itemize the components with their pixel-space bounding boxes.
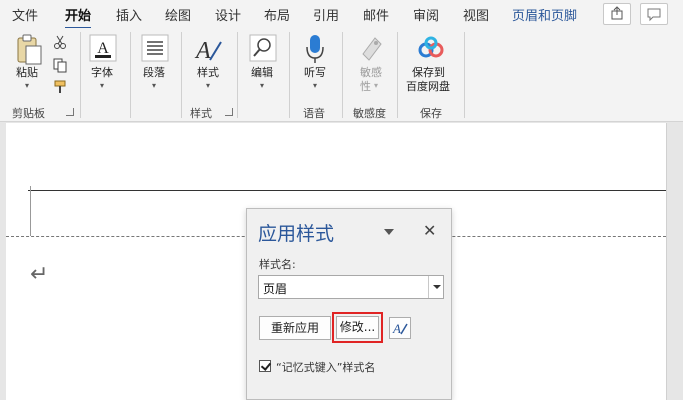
- copy-icon[interactable]: [52, 57, 68, 73]
- tab-file[interactable]: 文件: [12, 5, 38, 24]
- group-separator: [342, 32, 343, 118]
- pane-options-icon[interactable]: [384, 229, 394, 235]
- paragraph-icon: [141, 34, 169, 62]
- tab-view[interactable]: 视图: [463, 5, 489, 24]
- comments-button[interactable]: [640, 3, 668, 25]
- format-painter-icon[interactable]: [52, 80, 68, 96]
- svg-text:A: A: [392, 321, 401, 336]
- cut-icon[interactable]: [52, 34, 68, 50]
- paste-icon: [17, 34, 42, 65]
- tab-mailings[interactable]: 邮件: [363, 5, 389, 24]
- editing-label: 编辑: [251, 66, 273, 79]
- vertical-scrollbar[interactable]: [666, 123, 683, 400]
- reapply-button[interactable]: 重新应用: [259, 316, 331, 340]
- cloud-icon: [418, 36, 444, 58]
- styles-dropdown-icon: ▾: [206, 81, 211, 90]
- microphone-icon: [306, 35, 324, 63]
- paste-dropdown-icon: ▾: [25, 81, 30, 90]
- modify-button[interactable]: 修改...: [336, 316, 379, 339]
- font-label: 字体: [91, 66, 113, 79]
- group-separator: [289, 32, 290, 118]
- sensitivity-dropdown-icon: ▾: [374, 81, 379, 90]
- dictate-label: 听写: [304, 66, 326, 79]
- margin-indicator: [30, 186, 31, 236]
- group-separator: [397, 32, 398, 118]
- group-label-clipboard: 剪贴板: [12, 107, 45, 120]
- tab-home[interactable]: 开始: [65, 5, 92, 30]
- paragraph-label: 段落: [143, 66, 165, 79]
- group-separator: [237, 32, 238, 118]
- group-label-voice: 语音: [303, 107, 325, 120]
- group-label-save: 保存: [420, 107, 442, 120]
- close-icon[interactable]: ✕: [423, 221, 436, 240]
- header-border-line: [28, 190, 666, 191]
- share-icon: [611, 6, 623, 20]
- sensitivity-label-2: 性: [360, 80, 371, 93]
- save-baidu-label-2: 百度网盘: [406, 80, 450, 93]
- clipboard-launcher-icon[interactable]: [66, 108, 74, 116]
- ribbon-tab-bar: 文件 开始 插入 绘图 设计 布局 引用 邮件 审阅 视图 页眉和页脚: [0, 0, 683, 30]
- editing-dropdown-icon: ▾: [260, 81, 265, 90]
- paragraph-dropdown-icon: ▾: [152, 81, 157, 90]
- chevron-down-icon[interactable]: [428, 276, 443, 298]
- group-label-styles: 样式: [190, 107, 212, 120]
- sensitivity-label: 敏感: [360, 66, 382, 79]
- styles-icon: A: [194, 38, 222, 64]
- style-name-value[interactable]: 页眉: [263, 280, 287, 297]
- tab-draw[interactable]: 绘图: [165, 5, 191, 24]
- comment-icon: [647, 8, 661, 22]
- style-name-label: 样式名:: [259, 258, 296, 271]
- tab-layout[interactable]: 布局: [264, 5, 290, 24]
- apply-styles-pane: 应用样式 ✕ 样式名: 页眉 重新应用 修改... A “记忆式键入”样式名: [246, 208, 452, 400]
- checkbox-icon[interactable]: [259, 360, 271, 372]
- group-separator: [464, 32, 465, 118]
- svg-text:A: A: [194, 38, 211, 64]
- dictate-dropdown-icon: ▾: [313, 81, 318, 90]
- styles-label: 样式: [197, 66, 219, 79]
- autocomplete-label: “记忆式键入”样式名: [276, 361, 376, 374]
- search-icon: [249, 34, 277, 62]
- share-button[interactable]: [603, 3, 631, 25]
- group-separator: [130, 32, 131, 118]
- modify-highlight: 修改...: [332, 312, 383, 343]
- paragraph-mark-icon: ↵: [30, 262, 49, 287]
- group-separator: [80, 32, 81, 118]
- tab-insert[interactable]: 插入: [116, 5, 142, 24]
- tab-references[interactable]: 引用: [313, 5, 339, 24]
- font-dropdown-icon: ▾: [100, 81, 105, 90]
- tab-header-footer[interactable]: 页眉和页脚: [512, 5, 577, 24]
- tab-design[interactable]: 设计: [215, 5, 241, 24]
- style-name-combobox[interactable]: 页眉: [258, 275, 444, 299]
- styles-launcher-icon[interactable]: [225, 108, 233, 116]
- styles-pane-button[interactable]: A: [389, 317, 411, 339]
- group-label-sensitivity: 敏感度: [353, 107, 386, 120]
- font-icon: A: [89, 34, 117, 62]
- ribbon: 粘贴 ▾ 剪贴板 A 字体 ▾ 段落 ▾ A 样式 ▾ 样式 编辑 ▾ 听写 ▾…: [0, 28, 683, 122]
- pane-title: 应用样式: [258, 223, 335, 245]
- svg-text:A: A: [97, 40, 109, 57]
- styles-pane-icon: A: [392, 321, 408, 336]
- tab-review[interactable]: 审阅: [413, 5, 439, 24]
- paste-label: 粘贴: [16, 66, 38, 79]
- sensitivity-icon: [362, 37, 382, 61]
- group-separator: [181, 32, 182, 118]
- save-baidu-label: 保存到: [412, 66, 445, 79]
